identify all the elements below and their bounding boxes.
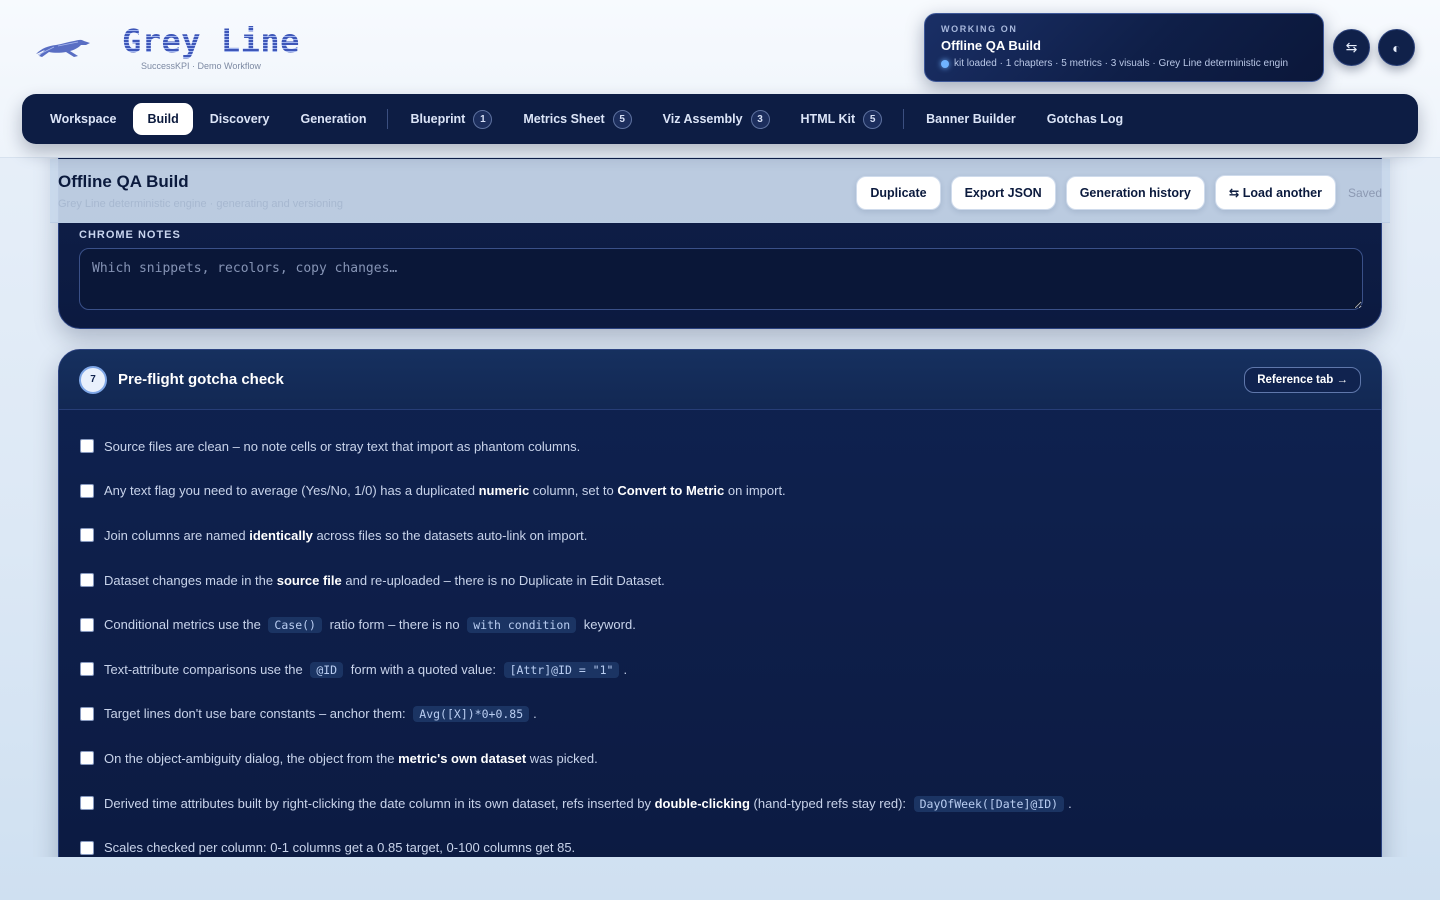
tab-count-badge: 1 bbox=[473, 109, 493, 129]
working-on-status-text: kit loaded · 1 chapters · 5 metrics · 3 … bbox=[954, 58, 1289, 69]
checklist-item-text: Conditional metrics use the Case() ratio… bbox=[104, 617, 636, 634]
tab-banner-builder[interactable]: Banner Builder bbox=[912, 103, 1030, 135]
nav-divider bbox=[387, 109, 389, 129]
checkbox[interactable] bbox=[80, 483, 94, 498]
tab-label: Blueprint bbox=[410, 112, 466, 126]
swap-project-button[interactable]: ⇆ bbox=[1333, 29, 1370, 66]
tab-blueprint[interactable]: Blueprint 1 bbox=[396, 101, 506, 138]
tab-label: Build bbox=[147, 112, 179, 126]
checklist-item-text: On the object-ambiguity dialog, the obje… bbox=[104, 750, 598, 766]
checklist-item-text: Join columns are named identically acros… bbox=[104, 527, 588, 543]
tab-label: Metrics Sheet bbox=[523, 112, 605, 126]
card-title: Pre-flight gotcha check bbox=[118, 371, 284, 388]
checkbox[interactable] bbox=[80, 751, 94, 766]
nav-divider bbox=[903, 109, 905, 129]
document-actions: Duplicate Export JSON Generation history… bbox=[856, 175, 1382, 210]
inline-code: DayOfWeek([Date]@ID) bbox=[913, 795, 1065, 812]
tab-label: Viz Assembly bbox=[662, 112, 743, 126]
checklist-item[interactable]: Scales checked per column: 0-1 columns g… bbox=[80, 825, 1360, 857]
checkbox[interactable] bbox=[80, 840, 94, 855]
tab-discovery[interactable]: Discovery bbox=[196, 103, 284, 135]
checklist-item-text: Target lines don't use bare constants – … bbox=[104, 706, 537, 723]
checkbox[interactable] bbox=[80, 528, 94, 543]
main-nav: Workspace Build Discovery Generation Blu… bbox=[22, 94, 1418, 144]
working-on-title: Offline QA Build bbox=[941, 38, 1041, 53]
greyhound-icon bbox=[36, 39, 90, 57]
page-subtitle: Grey Line deterministic engine · generat… bbox=[58, 198, 343, 210]
duplicate-button[interactable]: Duplicate bbox=[856, 175, 941, 210]
checklist-item[interactable]: On the object-ambiguity dialog, the obje… bbox=[80, 736, 1360, 781]
contrast-icon: ◐ bbox=[1392, 39, 1401, 56]
chrome-notes-label: CHROME NOTES bbox=[79, 229, 181, 241]
checklist-item[interactable]: Any text flag you need to average (Yes/N… bbox=[80, 469, 1360, 514]
card-header: 7 Pre-flight gotcha check Reference tab … bbox=[59, 350, 1381, 410]
reference-tab-button[interactable]: Reference tab → bbox=[1244, 366, 1361, 393]
checkbox[interactable] bbox=[80, 796, 94, 811]
tab-label: Discovery bbox=[209, 112, 270, 126]
tab-build[interactable]: Build bbox=[133, 103, 193, 135]
tab-count-badge: 5 bbox=[612, 109, 632, 129]
tab-count-badge: 3 bbox=[750, 109, 770, 129]
checklist-item-text: Text-attribute comparisons use the @ID f… bbox=[104, 661, 628, 678]
checklist-item[interactable]: Source files are clean – no note cells o… bbox=[80, 424, 1360, 469]
gotcha-checklist: Source files are clean – no note cells o… bbox=[59, 410, 1381, 857]
step-number-badge: 7 bbox=[79, 365, 107, 394]
logo-title: Grey Line bbox=[122, 22, 300, 60]
checkbox[interactable] bbox=[80, 662, 94, 677]
tab-label: Workspace bbox=[50, 112, 117, 126]
load-another-button[interactable]: ⇆ Load another bbox=[1214, 175, 1336, 210]
document-header: Offline QA Build Grey Line deterministic… bbox=[50, 159, 1390, 223]
checkbox[interactable] bbox=[80, 617, 94, 632]
preflight-check-card: 7 Pre-flight gotcha check Reference tab … bbox=[58, 349, 1382, 857]
tab-workspace[interactable]: Workspace bbox=[36, 103, 130, 135]
checklist-item[interactable]: Conditional metrics use the Case() ratio… bbox=[80, 602, 1360, 647]
tab-gotchas-log[interactable]: Gotchas Log bbox=[1033, 103, 1137, 135]
checkbox[interactable] bbox=[80, 706, 94, 721]
inline-code: Avg([X])*0+0.85 bbox=[413, 706, 530, 723]
tab-viz-assembly[interactable]: Viz Assembly 3 bbox=[649, 101, 784, 138]
chrome-notes-field[interactable] bbox=[79, 248, 1363, 310]
inline-code: [Attr]@ID = "1" bbox=[503, 661, 620, 678]
main-scroll-area[interactable]: CHROME NOTES 7 Pre-flight gotcha check R… bbox=[0, 158, 1440, 857]
tab-generation[interactable]: Generation bbox=[286, 103, 380, 135]
theme-toggle-button[interactable]: ◐ bbox=[1378, 29, 1415, 66]
checklist-item[interactable]: Text-attribute comparisons use the @ID f… bbox=[80, 647, 1360, 692]
working-on-eyebrow: WORKING ON bbox=[941, 24, 1018, 34]
checklist-item-text: Derived time attributes built by right-c… bbox=[104, 795, 1072, 812]
checklist-item-text: Dataset changes made in the source file … bbox=[104, 572, 665, 588]
checklist-item[interactable]: Target lines don't use bare constants – … bbox=[80, 692, 1360, 737]
tab-label: Gotchas Log bbox=[1046, 112, 1124, 126]
status-dot-icon bbox=[941, 59, 949, 68]
tab-label: Generation bbox=[300, 112, 367, 126]
export-json-button[interactable]: Export JSON bbox=[950, 175, 1056, 210]
inline-code: with condition bbox=[467, 617, 577, 634]
inline-code: @ID bbox=[310, 661, 344, 678]
swap-icon: ⇆ bbox=[1345, 39, 1358, 55]
working-on-card[interactable]: WORKING ON Offline QA Build kit loaded ·… bbox=[924, 13, 1324, 82]
app-header: Grey Line SuccessKPI · Demo Workflow WOR… bbox=[0, 0, 1440, 158]
checklist-item-text: Source files are clean – no note cells o… bbox=[104, 438, 581, 454]
checkbox[interactable] bbox=[80, 439, 94, 454]
page-title: Offline QA Build bbox=[58, 172, 189, 191]
tab-metrics-sheet[interactable]: Metrics Sheet 5 bbox=[509, 101, 645, 138]
tab-label: HTML Kit bbox=[800, 112, 856, 126]
checklist-item[interactable]: Derived time attributes built by right-c… bbox=[80, 781, 1360, 826]
working-on-status: kit loaded · 1 chapters · 5 metrics · 3 … bbox=[941, 58, 1307, 69]
tab-label: Banner Builder bbox=[926, 112, 1016, 126]
generation-history-button[interactable]: Generation history bbox=[1065, 175, 1205, 210]
checklist-item[interactable]: Join columns are named identically acros… bbox=[80, 513, 1360, 558]
tab-html-kit[interactable]: HTML Kit 5 bbox=[787, 101, 897, 138]
logo-subtitle: SuccessKPI · Demo Workflow bbox=[141, 61, 261, 71]
inline-code: Case() bbox=[268, 617, 322, 634]
tab-count-badge: 5 bbox=[863, 109, 883, 129]
saved-status: Saved bbox=[1347, 185, 1382, 200]
checkbox[interactable] bbox=[80, 573, 94, 588]
checklist-item-text: Any text flag you need to average (Yes/N… bbox=[104, 483, 786, 499]
checklist-item[interactable]: Dataset changes made in the source file … bbox=[80, 558, 1360, 603]
checklist-item-text: Scales checked per column: 0-1 columns g… bbox=[104, 840, 576, 856]
